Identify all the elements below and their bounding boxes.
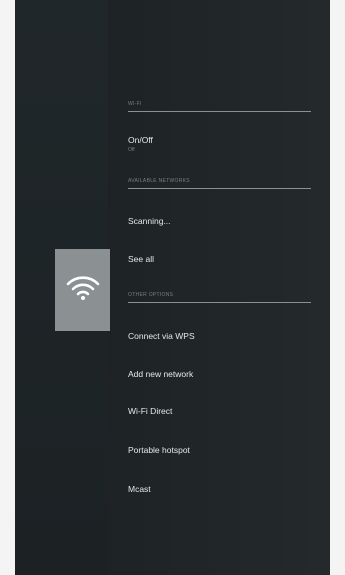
wifi-category-tile[interactable] [55,249,110,331]
wifi-direct-label: Wi-Fi Direct [128,406,173,416]
add-new-network-label: Add new network [128,369,194,379]
onoff-status: Off [128,147,135,153]
wifi-direct-item[interactable]: Wi-Fi Direct [128,406,311,416]
portable-hotspot-item[interactable]: Portable hotspot [128,445,311,455]
mcast-item[interactable]: Mcast [128,484,311,494]
wifi-icon [66,273,100,308]
section-header-wifi: WI-FI [128,101,311,112]
see-all-label: See all [128,254,154,264]
add-new-network-item[interactable]: Add new network [128,369,311,379]
scanning-item[interactable]: Scanning... [128,216,311,226]
see-all-item[interactable]: See all [128,254,311,264]
onoff-toggle-item[interactable]: On/Off Off [128,135,311,153]
section-header-available-networks: AVAILABLE NETWORKS [128,178,311,189]
scanning-label: Scanning... [128,216,171,226]
connect-wps-label: Connect via WPS [128,331,195,341]
connect-wps-item[interactable]: Connect via WPS [128,331,311,341]
mcast-label: Mcast [128,484,151,494]
onoff-label: On/Off [128,135,153,145]
settings-screen: WI-FI On/Off Off AVAILABLE NETWORKS Scan… [15,0,330,575]
section-header-other-options: OTHER OPTIONS [128,292,311,303]
portable-hotspot-label: Portable hotspot [128,445,190,455]
